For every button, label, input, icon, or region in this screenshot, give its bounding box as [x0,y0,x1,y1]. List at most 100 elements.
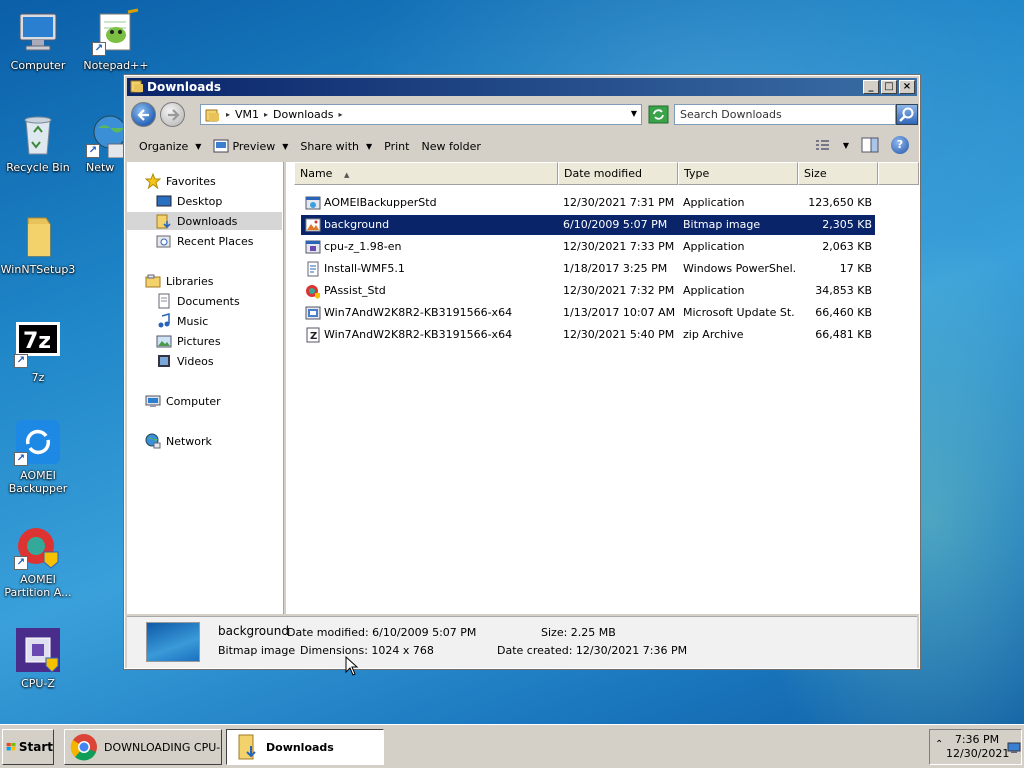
details-file-type: Bitmap image [218,644,296,657]
refresh-button[interactable] [648,105,669,124]
nav-libraries[interactable]: Libraries [127,272,282,290]
organize-label: Organize [139,139,189,153]
nav-label: Network [166,434,212,448]
file-date: 1/18/2017 3:25 PM [563,262,668,275]
share-with-button[interactable]: Share with ▼ [300,140,372,153]
column-header-type[interactable]: Type [678,162,798,185]
desktop-icon-label: AOMEI Partition A... [4,573,72,599]
nav-network[interactable]: Network [127,432,282,450]
window-title: Downloads [147,80,222,94]
taskbar-item-chrome[interactable]: DOWNLOADING CPU-... [64,729,222,765]
taskbar-item-label: DOWNLOADING CPU-... [104,740,222,754]
7zip-icon: 7z ↗ [14,320,62,368]
file-name: PAssist_Std [324,284,386,297]
chevron-right-icon[interactable]: ▸ [264,110,268,119]
desktop-icon-notepadpp[interactable]: ↗ Notepad++ [78,8,154,72]
breadcrumb-downloads[interactable]: Downloads [273,108,333,121]
chrome-icon [70,734,97,761]
nav-music[interactable]: Music [127,312,282,330]
shortcut-arrow-icon: ↗ [14,556,28,570]
file-name: AOMEIBackupperStd [324,196,437,209]
chevron-right-icon[interactable]: ▸ [338,110,342,119]
aomei-backupper-icon: ↗ [14,418,62,466]
file-row-selected[interactable]: background 6/10/2009 5:07 PM Bitmap imag… [301,215,875,235]
file-row[interactable]: Win7AndW2K8R2-KB3191566-x64 1/13/2017 10… [301,303,875,323]
file-date: 12/30/2021 5:40 PM [563,328,675,341]
help-icon[interactable]: ? [891,136,909,154]
maximize-button[interactable]: □ [881,80,897,94]
column-header-name[interactable]: Name ▲ [294,162,558,185]
pictures-icon [156,335,172,348]
explorer-window[interactable]: Downloads _ □ × ▸ VM1 ▸ Downloads ▸ ▼ Se… [123,74,921,670]
cpu-z-icon [14,626,62,674]
chevron-right-icon[interactable]: ▸ [226,110,230,119]
chevron-up-icon[interactable]: ⌃ [935,739,943,750]
preview-label: Preview [232,139,276,153]
forward-button[interactable] [160,102,185,127]
organize-button[interactable]: Organize ▼ [139,140,201,153]
details-label: Date created: [497,644,573,657]
desktop-icon-computer[interactable]: Computer [0,8,76,72]
nav-pictures[interactable]: Pictures [127,332,282,350]
desktop-icon-cpu-z[interactable]: CPU-Z [0,626,76,690]
desktop-icon [156,195,172,207]
taskbar: Start DOWNLOADING CPU-... Downloads ⌃ 7:… [0,724,1024,768]
desktop-icon-network[interactable]: ↗ Netw [78,110,124,174]
nav-label: Libraries [166,274,214,288]
preview-button[interactable]: Preview ▼ [213,139,288,153]
chevron-down-icon[interactable]: ▼ [843,141,849,150]
file-row[interactable]: PAssist_Std 12/30/2021 7:32 PM Applicati… [301,281,875,301]
back-button[interactable] [131,102,156,127]
new-folder-button[interactable]: New folder [421,140,480,153]
search-input[interactable]: Search Downloads [674,104,896,125]
column-header-date[interactable]: Date modified [558,162,678,185]
file-type: Microsoft Update St... [683,306,795,319]
details-label: Size: [541,626,568,639]
file-row[interactable]: Install-WMF5.1 1/18/2017 3:25 PM Windows… [301,259,875,279]
nav-downloads[interactable]: Downloads [127,212,282,230]
minimize-button[interactable]: _ [863,80,879,94]
preview-icon [213,139,229,153]
details-modified: Date modified: 6/10/2009 5:07 PM [287,626,476,639]
view-options-icon[interactable] [815,138,833,152]
desktop-icon-aomei-partition[interactable]: ↗ AOMEI Partition A... [0,522,76,599]
show-desktop-icon[interactable] [1007,742,1021,754]
column-header-size[interactable]: Size [798,162,878,185]
close-button[interactable]: × [899,80,915,94]
preview-pane-icon[interactable] [861,137,879,153]
nav-label: Music [177,314,209,328]
print-button[interactable]: Print [384,140,409,153]
start-button[interactable]: Start [2,729,54,765]
nav-videos[interactable]: Videos [127,352,282,370]
title-bar[interactable]: Downloads _ □ × [127,78,917,96]
column-header-empty [878,162,919,185]
nav-favorites[interactable]: Favorites [127,172,282,190]
desktop-icon-winntsetup3[interactable]: WinNTSetup3 [0,212,76,276]
shortcut-arrow-icon: ↗ [14,354,28,368]
desktop-icon-recycle-bin[interactable]: Recycle Bin [0,110,76,174]
search-button[interactable] [896,104,918,125]
clock[interactable]: 7:36 PM 12/30/2021 [946,733,1010,761]
breadcrumb-vm1[interactable]: VM1 [235,108,259,121]
nav-computer[interactable]: Computer [127,392,282,410]
desktop-icon-aomei-backupper[interactable]: ↗ AOMEI Backupper [0,418,76,495]
clock-date: 12/30/2021 [946,747,1010,760]
file-row[interactable]: Z Win7AndW2K8R2-KB3191566-x64 12/30/2021 … [301,325,875,345]
file-row[interactable]: AOMEIBackupperStd 12/30/2021 7:31 PM App… [301,193,875,213]
nav-documents[interactable]: Documents [127,292,282,310]
breadcrumb[interactable]: ▸ VM1 ▸ Downloads ▸ ▼ [200,104,642,125]
shortcut-arrow-icon: ↗ [92,42,106,56]
folder-icon [130,80,143,93]
file-row[interactable]: cpu-z_1.98-en 12/30/2021 7:33 PM Applica… [301,237,875,257]
nav-label: Videos [177,354,214,368]
file-size: 34,853 KB [815,284,872,297]
chevron-down-icon[interactable]: ▼ [631,109,637,118]
desktop-icon-7z[interactable]: 7z ↗ 7z [0,320,76,384]
network-icon [145,433,161,449]
taskbar-item-downloads[interactable]: Downloads [226,729,384,765]
back-arrow-icon [137,109,149,121]
desktop-icon-label: AOMEI Backupper [8,469,68,495]
nav-desktop[interactable]: Desktop [127,192,282,210]
command-toolbar: Organize ▼ Preview ▼ Share with ▼ Print New… [127,132,917,160]
nav-recent-places[interactable]: Recent Places [127,232,282,250]
